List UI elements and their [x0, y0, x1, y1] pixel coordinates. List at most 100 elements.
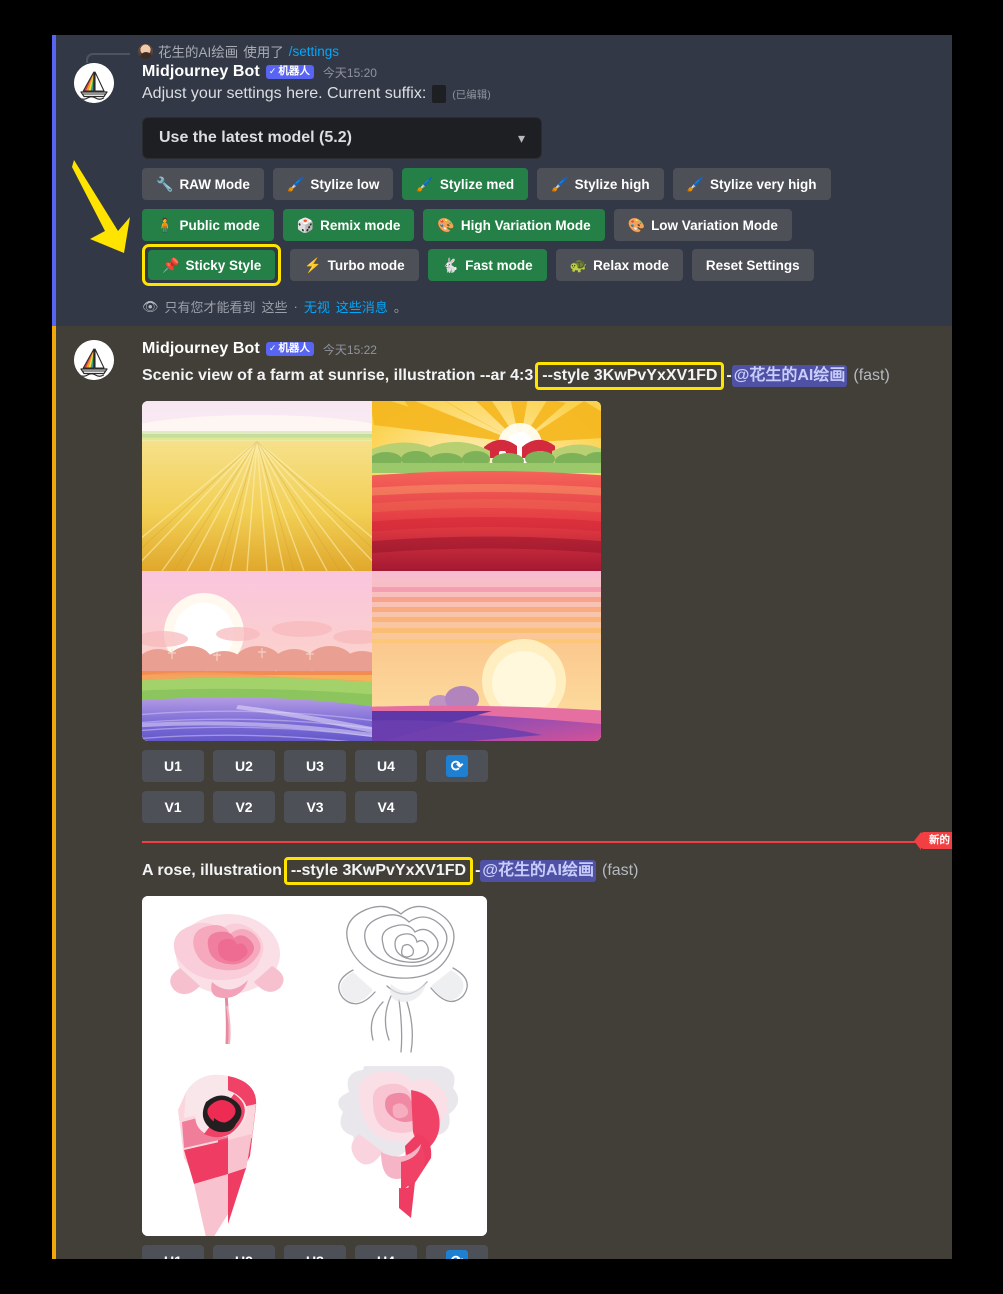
public-mode-label: Public mode — [179, 217, 260, 233]
farm-image-quadrant-1[interactable] — [142, 401, 372, 571]
redo-icon: ⟳ — [446, 755, 468, 777]
sticky-style-highlight-box: 📌 Sticky Style — [142, 244, 282, 286]
person-icon: 🧍 — [156, 217, 174, 233]
low-variation-mode-button[interactable]: 🎨 Low Variation Mode — [613, 209, 792, 241]
new-messages-badge: 新的 — [914, 832, 952, 850]
message-timestamp: 今天15:22 — [322, 342, 377, 357]
high-variation-mode-label: High Variation Mode — [460, 217, 591, 233]
rose-generation-message: A rose, illustration --style 3KwPvYxXV1F… — [56, 857, 952, 1259]
bot-badge: ✓ 机器人 — [265, 64, 314, 80]
farm-speed-label: (fast) — [853, 367, 890, 384]
dismiss-messages-link2[interactable]: 这些消息 — [336, 297, 388, 316]
fast-mode-label: Fast mode — [465, 257, 533, 273]
ephemeral-footer-separator: · — [293, 299, 298, 314]
farm-v4-button[interactable]: V4 — [355, 791, 417, 823]
discord-message-stage: 花生的AI绘画 使用了/settings Midjourney Bot ✓ 机器… — [52, 35, 952, 1259]
rose-prompt-text: A rose, illustration — [142, 862, 282, 879]
farm-v1-button[interactable]: V1 — [142, 791, 204, 823]
turbo-mode-button[interactable]: ⚡ Turbo mode — [290, 249, 419, 281]
rose-user-mention[interactable]: @花生的AI绘画 — [480, 860, 596, 882]
paintbrush-icon: 🖌️ — [551, 176, 569, 192]
raw-mode-button[interactable]: 🔧 RAW Mode — [142, 168, 264, 200]
farm-u1-button[interactable]: U1 — [142, 750, 204, 782]
turtle-icon: 🐢 — [569, 257, 588, 273]
stylize-med-label: Stylize med — [439, 176, 515, 192]
farm-image-quadrant-3[interactable] — [142, 571, 372, 741]
farm-image-grid[interactable] — [142, 401, 601, 741]
new-messages-divider: 新的 — [142, 832, 952, 850]
sticky-style-button[interactable]: 📌 Sticky Style — [148, 250, 276, 280]
rose-image-grid[interactable] — [142, 896, 487, 1236]
midjourney-bot-avatar[interactable] — [74, 340, 114, 380]
reset-settings-label: Reset Settings — [705, 257, 800, 273]
midjourney-bot-avatar[interactable] — [74, 63, 114, 103]
ephemeral-footer-these: 这些 — [261, 300, 288, 315]
relax-mode-button[interactable]: 🐢 Relax mode — [555, 249, 683, 281]
farm-style-param: --style 3KwPvYxXV1FD — [542, 367, 718, 384]
farm-image-quadrant-2[interactable] — [371, 401, 601, 571]
reply-command-link[interactable]: /settings — [289, 44, 339, 59]
rose-u1-button[interactable]: U1 — [142, 1245, 204, 1259]
farm-v3-button[interactable]: V3 — [284, 791, 346, 823]
model-select-dropdown[interactable]: Use the latest model (5.2) ▾ — [142, 117, 542, 159]
farm-style-highlight-box: --style 3KwPvYxXV1FD — [535, 362, 725, 390]
ephemeral-footer-text: 只有您才能看到 — [164, 300, 256, 315]
paintbrush-icon: 🖌️ — [286, 176, 305, 192]
rose-speed-label: (fast) — [602, 862, 639, 879]
stylize-med-button[interactable]: 🖌️ Stylize med — [402, 168, 529, 200]
settings-body-label: Adjust your settings here. Current suffi… — [142, 85, 427, 102]
farm-prompt-text: Scenic view of a farm at sunrise, illust… — [142, 367, 534, 384]
suffix-redacted-block — [432, 85, 447, 103]
fast-mode-button[interactable]: 🐇 Fast mode — [427, 249, 547, 281]
lightning-icon: ⚡ — [304, 257, 322, 273]
farm-u3-button[interactable]: U3 — [284, 750, 346, 782]
rose-prompt-line: A rose, illustration --style 3KwPvYxXV1F… — [142, 857, 932, 885]
edited-label: (已编辑) — [452, 88, 491, 101]
farm-reroll-button[interactable]: ⟳ — [426, 750, 488, 782]
dismiss-messages-link[interactable]: 无视 — [304, 297, 330, 316]
reply-user-avatar — [138, 43, 153, 59]
rose-image-quadrant-2[interactable] — [314, 896, 487, 1066]
ephemeral-footer: 👁 只有您才能看到 这些 · 无视 这些消息 。 — [142, 297, 932, 316]
reset-settings-button[interactable]: Reset Settings — [691, 249, 814, 281]
message-author-row: Midjourney Bot ✓ 机器人 今天15:20 — [142, 61, 932, 83]
sticky-style-label: Sticky Style — [185, 257, 262, 273]
settings-button-row-3: 📌 Sticky Style ⚡ Turbo mode 🐇 Fast mode 🐢 Re… — [142, 244, 932, 286]
rose-image-quadrant-1[interactable] — [142, 896, 315, 1066]
rose-image-quadrant-3[interactable] — [142, 1066, 315, 1236]
author-name[interactable]: Midjourney Bot — [142, 340, 260, 358]
stylize-low-button[interactable]: 🖌️ Stylize low — [272, 168, 394, 200]
rose-reroll-button[interactable]: ⟳ — [426, 1245, 488, 1259]
stylize-high-button[interactable]: 🖌️ Stylize high — [537, 168, 664, 200]
farm-user-mention[interactable]: @花生的AI绘画 — [731, 365, 848, 387]
farm-u2-button[interactable]: U2 — [213, 750, 275, 782]
palette-icon: 🎨 — [437, 217, 455, 233]
rose-u3-button[interactable]: U3 — [284, 1245, 346, 1259]
stylize-low-label: Stylize low — [310, 176, 380, 192]
rose-u4-button[interactable]: U4 — [355, 1245, 417, 1259]
author-name[interactable]: Midjourney Bot — [142, 63, 260, 81]
farm-u4-button[interactable]: U4 — [355, 750, 417, 782]
rose-u2-button[interactable]: U2 — [213, 1245, 275, 1259]
rose-upscale-row: U1 U2 U3 U4 ⟳ — [142, 1245, 932, 1259]
rose-image-quadrant-4[interactable] — [314, 1066, 487, 1236]
dice-icon: 🎲 — [296, 217, 315, 233]
settings-button-row-1: 🔧 RAW Mode 🖌️ Stylize low 🖌️ Stylize med 🖌️… — [142, 168, 932, 200]
bot-badge: ✓ 机器人 — [265, 341, 314, 357]
reply-action-text: 使用了 — [243, 45, 284, 60]
ephemeral-footer-period: 。 — [393, 300, 407, 315]
reply-reference-text: 花生的AI绘画 使用了/settings — [138, 41, 339, 61]
farm-image-quadrant-4[interactable] — [371, 571, 601, 741]
turbo-mode-label: Turbo mode — [327, 257, 405, 273]
stylize-high-label: Stylize high — [574, 176, 650, 192]
stylize-very-high-button[interactable]: 🖌️ Stylize very high — [672, 168, 831, 200]
palette-icon: 🎨 — [627, 217, 646, 233]
reply-reference[interactable]: 花生的AI绘画 使用了/settings — [70, 41, 952, 63]
high-variation-mode-button[interactable]: 🎨 High Variation Mode — [423, 209, 605, 241]
stylize-very-high-label: Stylize very high — [710, 176, 817, 192]
farm-v2-button[interactable]: V2 — [213, 791, 275, 823]
remix-mode-button[interactable]: 🎲 Remix mode — [282, 209, 415, 241]
farm-prompt-separator: - — [726, 367, 732, 384]
paintbrush-icon: 🖌️ — [686, 176, 705, 192]
public-mode-button[interactable]: 🧍 Public mode — [142, 209, 274, 241]
